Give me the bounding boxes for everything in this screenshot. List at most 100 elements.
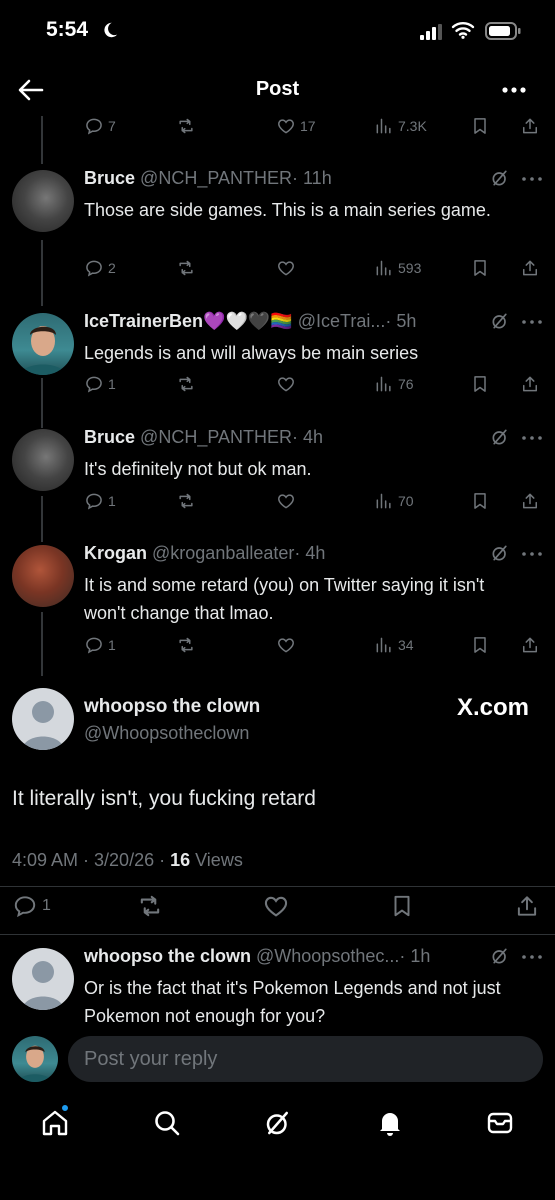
tweet-actions: 1 70 (84, 489, 544, 513)
handle[interactable]: @IceTrai... (298, 311, 386, 331)
bookmark-button[interactable] (470, 372, 490, 396)
reply-header: Krogan @kroganballeater· 4h (84, 543, 325, 565)
handle[interactable]: @Whoopsothec... (256, 946, 399, 966)
share-button[interactable] (514, 892, 540, 920)
divider (0, 886, 555, 887)
handle[interactable]: @NCH_PANTHER (140, 168, 292, 188)
timestamp: · 4h (294, 543, 326, 563)
handle[interactable]: @Whoopsotheclown (84, 723, 249, 744)
more-icon[interactable] (521, 174, 543, 184)
search-icon[interactable] (152, 1108, 182, 1138)
share-button[interactable] (520, 372, 540, 396)
timestamp: · 5h (385, 311, 417, 331)
like-icon (276, 258, 296, 278)
bookmark-button[interactable] (470, 256, 490, 280)
tweet-actions: 1 34 (84, 633, 544, 657)
reply-button[interactable]: 7 (84, 114, 116, 138)
share-button[interactable] (520, 489, 540, 513)
like-button[interactable] (262, 892, 290, 920)
reply-icon (84, 635, 104, 655)
grok-icon[interactable] (490, 311, 510, 331)
reply-tweet[interactable]: whoopso the clown @Whoopsothec...· 1h Or… (0, 946, 555, 1030)
moon-icon (104, 22, 118, 38)
repost-button[interactable] (176, 114, 196, 138)
grok-tab-icon[interactable] (263, 1108, 293, 1138)
repost-button[interactable] (176, 633, 196, 657)
views-icon (374, 116, 394, 136)
repost-button[interactable] (176, 372, 196, 396)
handle[interactable]: @NCH_PANTHER (140, 427, 292, 447)
reply-icon (84, 491, 104, 511)
status-bar: 5:54 (0, 0, 555, 64)
avatar[interactable] (12, 170, 74, 232)
reply-header: Bruce @NCH_PANTHER· 4h (84, 427, 323, 449)
like-button[interactable] (276, 633, 296, 657)
display-name[interactable]: Bruce (84, 168, 135, 188)
reply-input[interactable]: Post your reply (68, 1036, 543, 1082)
views-icon (374, 374, 394, 394)
display-name[interactable]: whoopso the clown (84, 946, 251, 966)
reply-button[interactable]: 1 (84, 372, 116, 396)
views-button[interactable]: 593 (374, 256, 421, 280)
bookmark-button[interactable] (470, 489, 490, 513)
repost-button[interactable] (176, 256, 196, 280)
repost-button[interactable] (136, 892, 164, 920)
handle[interactable]: @kroganballeater (152, 543, 294, 563)
share-button[interactable] (520, 633, 540, 657)
repost-icon (176, 491, 196, 511)
page-title: Post (255, 78, 300, 100)
reply-button[interactable]: 1 (12, 892, 51, 920)
like-button[interactable] (276, 489, 296, 513)
notifications-icon[interactable] (375, 1108, 405, 1138)
display-name[interactable]: IceTrainerBen💜🤍🖤🏳️‍🌈 (84, 311, 293, 331)
avatar[interactable] (12, 545, 74, 607)
bookmark-icon (470, 491, 490, 511)
main-post-text: It literally isn't, you fucking retard (12, 787, 316, 810)
views-count: 16 (170, 850, 191, 870)
bookmark-button[interactable] (470, 114, 490, 138)
like-icon (276, 491, 296, 511)
reply-header: Bruce @NCH_PANTHER· 11h (84, 168, 332, 190)
bookmark-button[interactable] (470, 633, 490, 657)
views-button[interactable]: 34 (374, 633, 414, 657)
grok-icon[interactable] (490, 946, 510, 966)
reply-button[interactable]: 2 (84, 256, 116, 280)
bookmark-button[interactable] (389, 892, 415, 920)
grok-icon[interactable] (490, 168, 510, 188)
share-button[interactable] (520, 114, 540, 138)
display-name[interactable]: Krogan (84, 543, 147, 563)
status-time: 5:54 (46, 18, 89, 41)
more-icon[interactable] (521, 952, 543, 962)
avatar-photo (20, 326, 66, 375)
my-avatar[interactable] (12, 1036, 58, 1082)
avatar-photo (17, 1045, 53, 1082)
reply-button[interactable]: 1 (84, 633, 116, 657)
bookmark-icon (470, 116, 490, 136)
grok-icon[interactable] (490, 543, 510, 563)
views-button[interactable]: 70 (374, 489, 414, 513)
share-button[interactable] (520, 256, 540, 280)
avatar[interactable] (12, 688, 74, 750)
default-avatar-icon (22, 701, 64, 750)
like-button[interactable] (276, 372, 296, 396)
reply-button[interactable]: 1 (84, 489, 116, 513)
avatar[interactable] (12, 429, 74, 491)
repost-button[interactable] (176, 489, 196, 513)
display-name[interactable]: Bruce (84, 427, 135, 447)
grok-icon[interactable] (490, 427, 510, 447)
avatar[interactable] (12, 948, 74, 1010)
timestamp: · 4h (292, 427, 324, 447)
views-button[interactable]: 7.3K (374, 114, 427, 138)
more-icon[interactable] (499, 78, 529, 102)
repost-icon (136, 892, 164, 920)
like-button[interactable] (276, 256, 296, 280)
views-button[interactable]: 76 (374, 372, 414, 396)
messages-icon[interactable] (485, 1108, 515, 1138)
more-icon[interactable] (521, 433, 543, 443)
more-icon[interactable] (521, 317, 543, 327)
more-icon[interactable] (521, 549, 543, 559)
like-button[interactable]: 17 (276, 114, 316, 138)
avatar[interactable] (12, 313, 74, 375)
like-icon (276, 374, 296, 394)
display-name[interactable]: whoopso the clown (84, 696, 260, 718)
